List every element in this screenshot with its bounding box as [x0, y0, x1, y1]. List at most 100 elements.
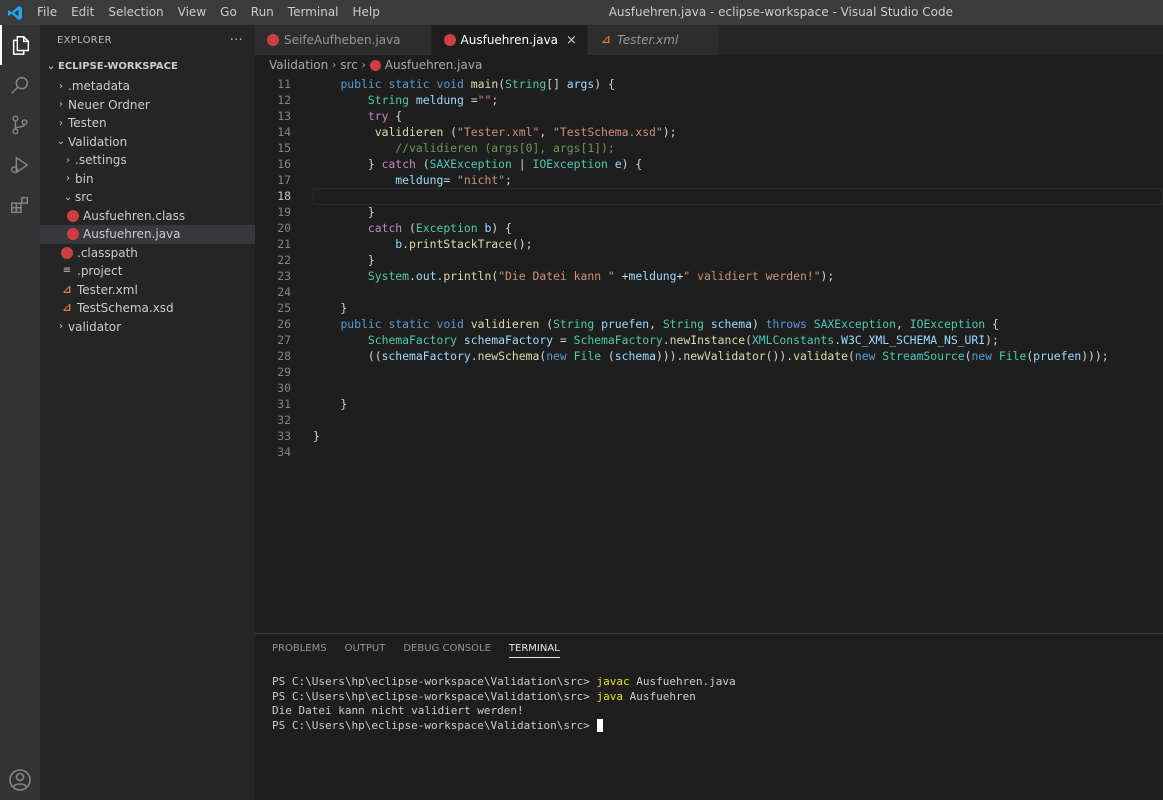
extensions-icon[interactable] — [0, 185, 40, 225]
account-icon[interactable] — [0, 760, 40, 800]
tree-item-project[interactable]: ≡ .project — [40, 262, 255, 281]
terminal-line: PS C:\Users\hp\eclipse-workspace\Validat… — [272, 719, 1163, 734]
workspace-section[interactable]: ⌄ ECLIPSE-WORKSPACE — [40, 55, 255, 77]
java-icon — [61, 246, 73, 259]
tree-item-label: Ausfuehren.java — [83, 227, 181, 242]
explorer-icon[interactable] — [0, 25, 40, 65]
tab-debug-console[interactable]: DEBUG CONSOLE — [394, 634, 500, 664]
source-control-icon[interactable] — [0, 105, 40, 145]
code-text: //validieren (args[0], args[1]); — [395, 141, 615, 155]
code-text: catch (Exception b) { — [367, 221, 512, 235]
code-line: 26 public static void validieren (String… — [255, 316, 1163, 332]
tree-item-bin[interactable]: › bin — [40, 170, 255, 189]
menu-help[interactable]: Help — [346, 0, 387, 25]
breadcrumb-item[interactable]: src — [340, 58, 358, 72]
tab-seifeaufheben[interactable]: SeifeAufheben.java — [255, 25, 432, 55]
code-text: validieren ("Tester.xml", "TestSchema.xs… — [374, 125, 677, 139]
tree-item-label: Validation — [68, 134, 128, 149]
search-icon[interactable] — [0, 65, 40, 105]
tab-output[interactable]: OUTPUT — [336, 634, 395, 664]
line-number: 17 — [277, 173, 291, 187]
tree-item-src[interactable]: ⌄ src — [40, 188, 255, 207]
file-tree: › .metadata › Neuer Ordner › Testen ⌄ Va… — [40, 77, 255, 336]
tab-ausfuehren[interactable]: Ausfuehren.java × — [431, 25, 588, 55]
code-line: 25 } — [255, 300, 1163, 316]
tab-problems[interactable]: PROBLEMS — [263, 634, 336, 664]
run-debug-icon[interactable] — [0, 145, 40, 185]
code-line: 20 catch (Exception b) { — [255, 220, 1163, 236]
code-text: } catch (SAXException | IOException e) { — [313, 157, 643, 171]
tab-label: Ausfuehren.java — [460, 33, 559, 47]
tree-item-neuer-ordner[interactable]: › Neuer Ordner — [40, 96, 255, 115]
tree-item-label: .settings — [75, 153, 127, 168]
code-text: public static void validieren (String pr… — [340, 317, 999, 331]
code-line: 12 String meldung =""; — [255, 92, 1163, 108]
line-number: 14 — [277, 125, 291, 139]
chevron-right-icon: › — [66, 154, 70, 166]
chevron-right-icon: › — [66, 173, 70, 185]
code-line: 11 public static void main(String[] args… — [255, 76, 1163, 92]
terminal-args: Ausfuehren — [623, 689, 696, 703]
workspace-name: ECLIPSE-WORKSPACE — [58, 60, 178, 72]
terminal[interactable]: PS C:\Users\hp\eclipse-workspace\Validat… — [255, 664, 1163, 733]
tree-item-validator[interactable]: › validator — [40, 318, 255, 337]
line-number: 11 — [277, 77, 291, 91]
tab-label: OUTPUT — [344, 643, 386, 654]
title-bar: File Edit Selection View Go Run Terminal… — [0, 0, 1163, 25]
chevron-right-icon: › — [59, 80, 63, 92]
menu-selection[interactable]: Selection — [101, 0, 170, 25]
code-text: ((schemaFactory.newSchema(new File (sche… — [313, 349, 1109, 363]
menu-run[interactable]: Run — [244, 0, 281, 25]
code-line: 24 — [255, 284, 1163, 300]
tree-item-testen[interactable]: › Testen — [40, 114, 255, 133]
close-icon[interactable]: × — [566, 33, 577, 48]
code-line: 14 validieren ("Tester.xml", "TestSchema… — [255, 124, 1163, 140]
menu-terminal[interactable]: Terminal — [281, 0, 346, 25]
line-number: 32 — [277, 413, 291, 427]
tree-item-testschema-xsd[interactable]: ⊿ TestSchema.xsd — [40, 299, 255, 318]
tab-label: PROBLEMS — [272, 643, 327, 654]
tree-item-label: Testen — [68, 116, 107, 131]
code-text: System.out.println("Die Datei kann " +me… — [367, 269, 835, 283]
tab-tester-xml[interactable]: ⊿ Tester.xml — [587, 25, 720, 55]
explorer-sidebar: EXPLORER ··· ⌄ ECLIPSE-WORKSPACE › .meta… — [40, 25, 255, 800]
chevron-right-icon: › — [59, 321, 63, 333]
terminal-output: Die Datei kann nicht validiert werden! — [272, 704, 524, 717]
line-number: 20 — [277, 221, 291, 235]
menu-view[interactable]: View — [171, 0, 213, 25]
more-actions-icon[interactable]: ··· — [230, 33, 243, 48]
code-text: meldung= "nicht"; — [395, 173, 512, 187]
menu-go[interactable]: Go — [213, 0, 244, 25]
terminal-command: javac — [596, 675, 630, 688]
tree-item-classpath[interactable]: .classpath — [40, 244, 255, 263]
line-number: 30 — [277, 381, 291, 395]
rss-icon: ⊿ — [62, 282, 72, 296]
rss-icon: ⊿ — [62, 301, 72, 315]
tree-item-tester-xml[interactable]: ⊿ Tester.xml — [40, 281, 255, 300]
chevron-down-icon: ⌄ — [46, 60, 56, 72]
menu-file[interactable]: File — [30, 0, 64, 25]
tab-terminal[interactable]: TERMINAL — [500, 634, 569, 664]
tree-item-label: bin — [75, 171, 94, 186]
tree-item-settings[interactable]: › .settings — [40, 151, 255, 170]
java-icon — [67, 209, 79, 222]
tab-label: SeifeAufheben.java — [284, 33, 401, 47]
code-text: SchemaFactory schemaFactory = SchemaFact… — [367, 333, 999, 347]
tree-item-validation[interactable]: ⌄ Validation — [40, 133, 255, 152]
code-line: 31 } — [255, 396, 1163, 412]
code-line: 33} — [255, 428, 1163, 444]
tab-label: TERMINAL — [508, 643, 560, 658]
code-editor[interactable]: 11 public static void main(String[] args… — [255, 75, 1163, 633]
tree-item-ausfuehren-java[interactable]: Ausfuehren.java — [40, 225, 255, 244]
breadcrumb-item[interactable]: Ausfuehren.java — [385, 58, 483, 72]
tree-item-label: src — [75, 190, 93, 205]
tab-label: DEBUG CONSOLE — [403, 643, 491, 654]
tree-item-ausfuehren-class[interactable]: Ausfuehren.class — [40, 207, 255, 226]
tree-item-metadata[interactable]: › .metadata — [40, 77, 255, 96]
breadcrumb-item[interactable]: Validation — [269, 58, 328, 72]
tree-item-label: Tester.xml — [77, 282, 138, 297]
line-number: 18 — [277, 189, 291, 203]
terminal-line: PS C:\Users\hp\eclipse-workspace\Validat… — [272, 675, 1163, 690]
menu-edit[interactable]: Edit — [64, 0, 101, 25]
tree-item-label: .classpath — [77, 245, 138, 260]
